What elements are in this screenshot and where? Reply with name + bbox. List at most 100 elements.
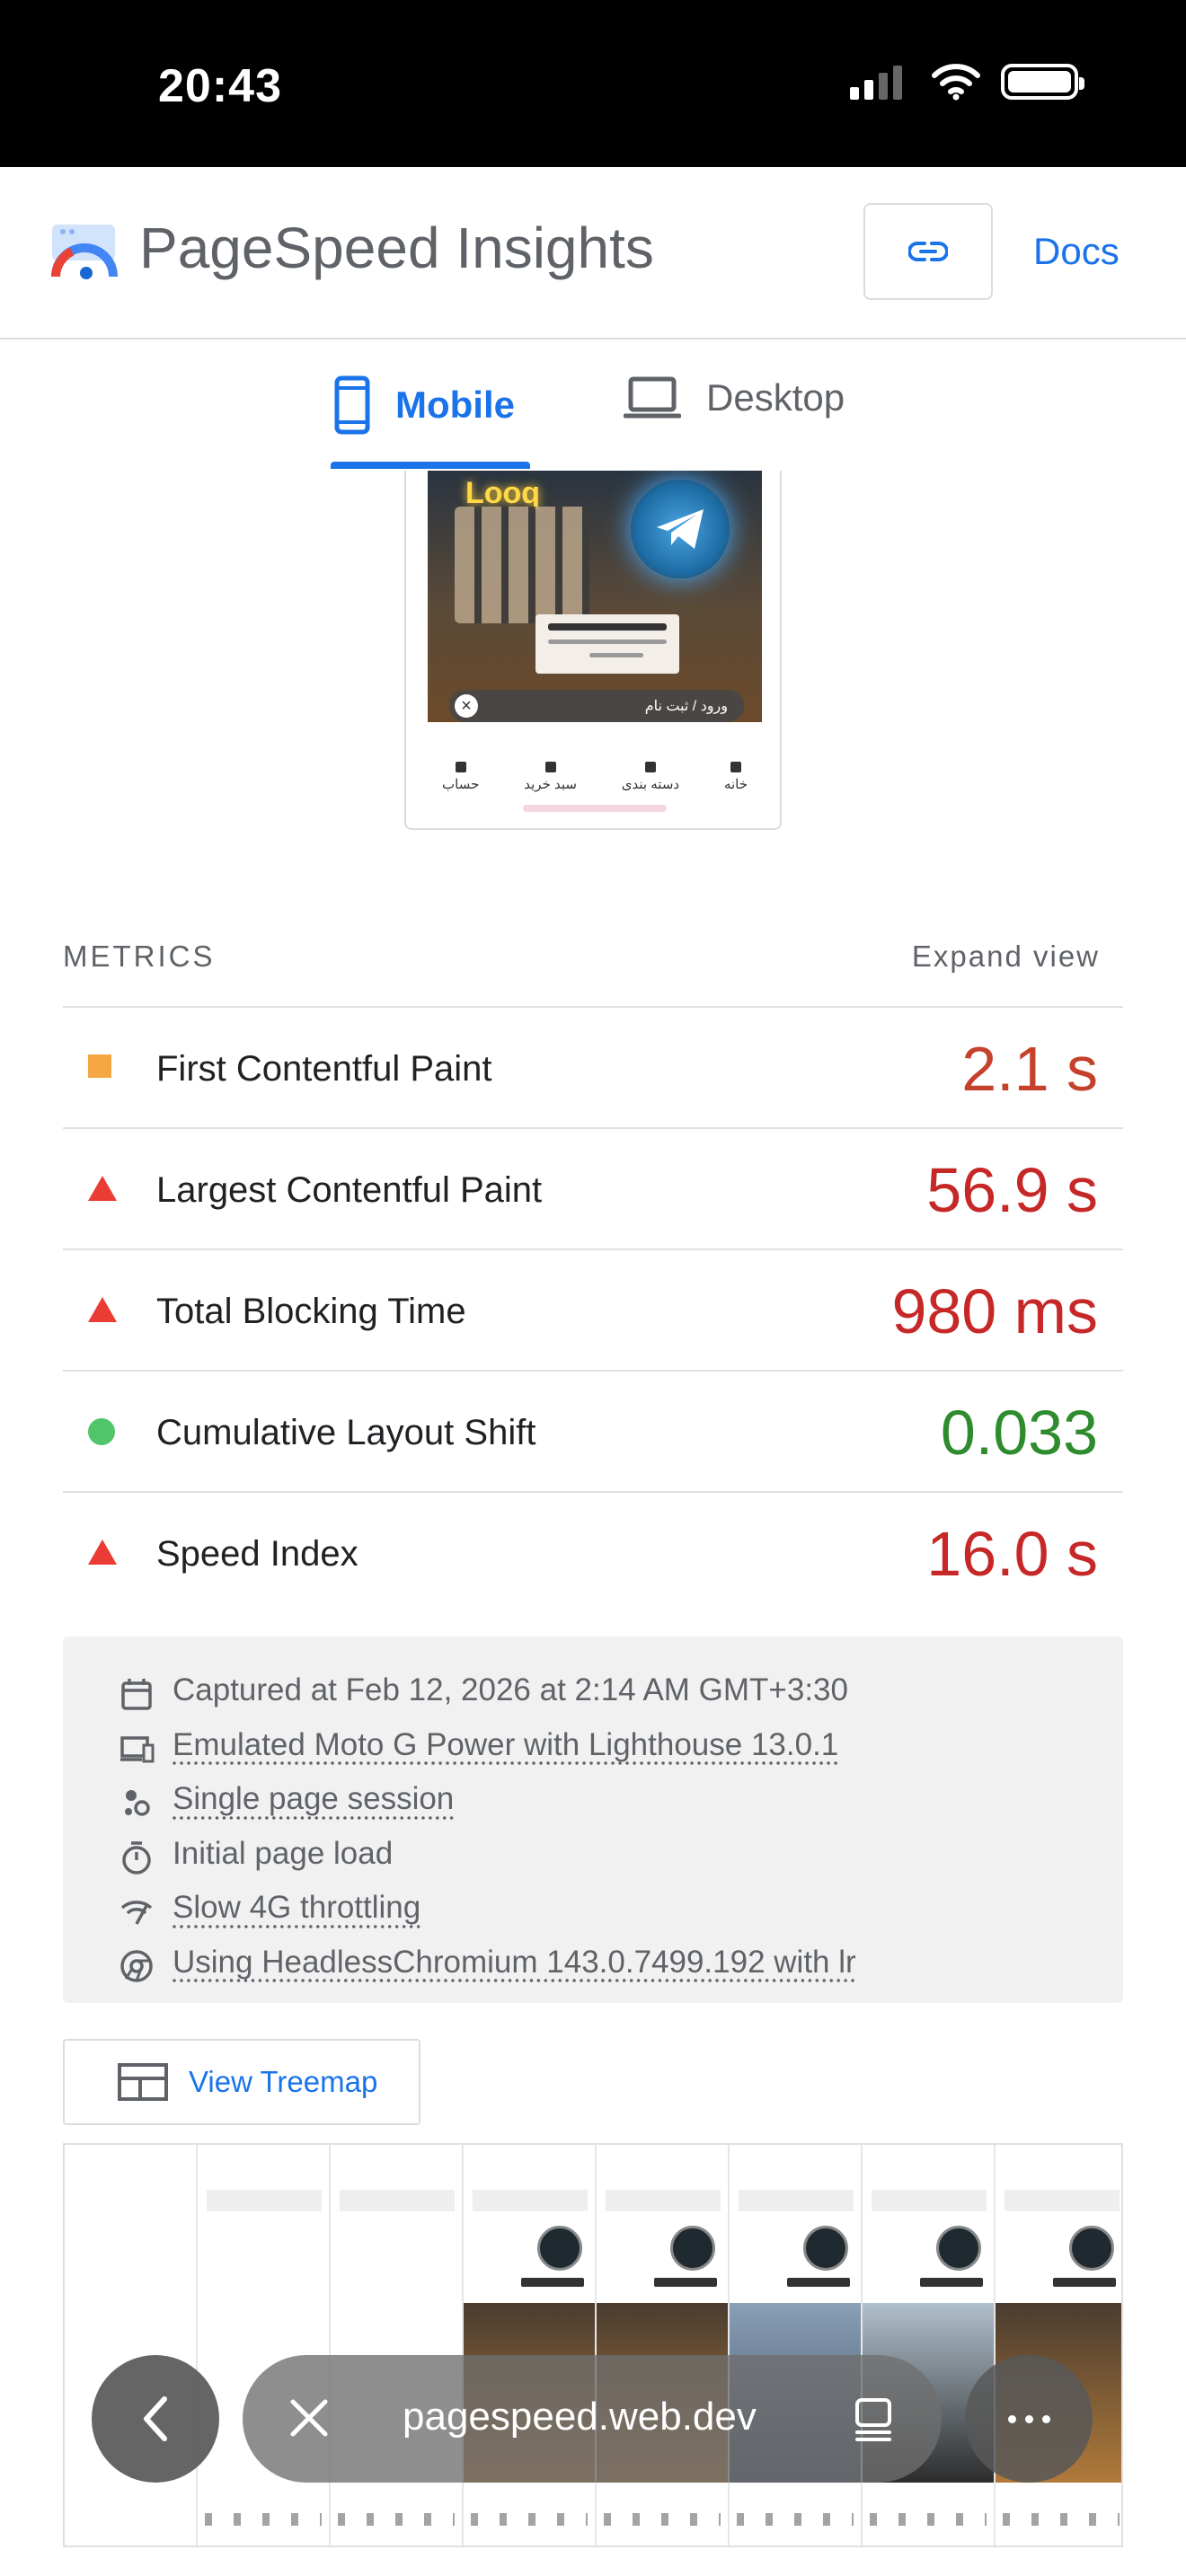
metric-si: Speed Index 16.0 s bbox=[63, 1493, 1123, 1614]
fail-triangle-icon bbox=[88, 1297, 117, 1322]
frame-bottom-nav bbox=[604, 2513, 721, 2526]
preview-nav-item: خانه bbox=[724, 762, 748, 792]
frame-bottom-nav bbox=[1003, 2513, 1120, 2526]
calendar-icon bbox=[121, 1679, 152, 1710]
tab-desktop-label: Desktop bbox=[706, 376, 845, 419]
frame-topbar bbox=[340, 2190, 455, 2211]
info-row-browser: Using HeadlessChromium 143.0.7499.192 wi… bbox=[63, 1936, 1123, 1990]
metric-fcp: First Contentful Paint 2.1 s bbox=[63, 1008, 1123, 1129]
app-header: PageSpeed Insights Docs bbox=[0, 167, 1186, 340]
metric-value: 56.9 s bbox=[926, 1155, 1098, 1225]
frame-avatar bbox=[670, 2226, 715, 2271]
browser-more-button[interactable] bbox=[965, 2355, 1093, 2483]
view-treemap-label: View Treemap bbox=[189, 2065, 378, 2098]
frame-topbar bbox=[739, 2190, 854, 2211]
info-text: Initial page load bbox=[173, 1835, 394, 1871]
metric-name: First Contentful Paint bbox=[156, 1049, 492, 1089]
preview-nav-item: سبد خرید bbox=[524, 762, 577, 792]
tab-mobile-label: Mobile bbox=[395, 384, 515, 426]
runtime-settings: Captured at Feb 12, 2026 at 2:14 AM GMT+… bbox=[63, 1636, 1123, 2003]
filmstrip-frame bbox=[331, 2145, 464, 2545]
metric-value: 980 ms bbox=[891, 1276, 1098, 1346]
chromium-icon bbox=[120, 1949, 153, 1982]
more-dot-icon bbox=[1007, 2414, 1016, 2423]
chevron-left-icon bbox=[144, 2396, 167, 2441]
frame-caption bbox=[521, 2278, 584, 2287]
preview-home-indicator bbox=[523, 805, 667, 812]
browser-address-bar[interactable]: pagespeed.web.dev bbox=[243, 2355, 942, 2483]
info-row-load: Initial page load bbox=[63, 1827, 1123, 1882]
timer-icon bbox=[122, 1840, 151, 1875]
active-tab-indicator bbox=[331, 462, 530, 469]
close-icon[interactable] bbox=[286, 2395, 332, 2441]
preview-sign-line bbox=[548, 640, 667, 644]
link-icon bbox=[908, 242, 948, 261]
treemap-icon bbox=[118, 2063, 168, 2101]
frame-bottom-nav bbox=[338, 2513, 455, 2526]
filmstrip-frame bbox=[597, 2145, 730, 2545]
preview-sign-line bbox=[548, 623, 667, 631]
frame-topbar bbox=[1005, 2190, 1120, 2211]
telegram-icon bbox=[631, 480, 730, 578]
preview-nav-label: سبد خرید bbox=[524, 777, 577, 792]
signal-icon bbox=[120, 1901, 153, 1925]
preview-bottom-nav: حساب سبد خرید دسته بندی خانه bbox=[442, 762, 748, 792]
info-link[interactable]: Single page session bbox=[173, 1781, 454, 1817]
info-link[interactable]: Slow 4G throttling bbox=[173, 1890, 420, 1926]
metric-name: Cumulative Layout Shift bbox=[156, 1413, 536, 1452]
frame-avatar bbox=[936, 2226, 981, 2271]
preview-login-text: ورود / ثبت نام bbox=[644, 699, 728, 714]
metric-lcp: Largest Contentful Paint 56.9 s bbox=[63, 1129, 1123, 1250]
frame-topbar bbox=[872, 2190, 987, 2211]
preview-close-icon: × bbox=[455, 694, 478, 718]
tabs-overview-icon[interactable] bbox=[852, 2396, 895, 2443]
preview-login-bar: × ورود / ثبت نام bbox=[449, 690, 744, 722]
preview-sign-line bbox=[589, 653, 643, 657]
frame-caption bbox=[787, 2278, 850, 2287]
status-time: 20:43 bbox=[158, 60, 282, 112]
frame-caption bbox=[1053, 2278, 1116, 2287]
info-row-device: Emulated Moto G Power with Lighthouse 13… bbox=[63, 1718, 1123, 1773]
battery-icon bbox=[1001, 64, 1084, 100]
metric-name: Total Blocking Time bbox=[156, 1292, 466, 1331]
copy-link-button[interactable] bbox=[863, 203, 993, 300]
expand-view-toggle[interactable]: Expand view bbox=[912, 940, 1100, 974]
preview-nav-item: حساب bbox=[442, 762, 479, 792]
info-row-captured: Captured at Feb 12, 2026 at 2:14 AM GMT+… bbox=[63, 1663, 1123, 1718]
metric-cls: Cumulative Layout Shift 0.033 bbox=[63, 1372, 1123, 1493]
info-link[interactable]: Emulated Moto G Power with Lighthouse 13… bbox=[173, 1727, 838, 1763]
smartphone-icon bbox=[334, 375, 370, 435]
frame-avatar bbox=[803, 2226, 848, 2271]
frame-avatar bbox=[537, 2226, 582, 2271]
browser-back-button[interactable] bbox=[92, 2355, 219, 2483]
tab-mobile[interactable]: Mobile bbox=[334, 375, 515, 435]
status-bar: 20:43 bbox=[0, 0, 1186, 167]
fail-triangle-icon bbox=[88, 1176, 117, 1201]
page-title: PageSpeed Insights bbox=[139, 216, 654, 280]
filmstrip-frame bbox=[198, 2145, 331, 2545]
browser-url: pagespeed.web.dev bbox=[403, 2395, 757, 2439]
preview-nav-icon bbox=[644, 762, 656, 772]
frame-bottom-nav bbox=[870, 2513, 987, 2526]
status-icons bbox=[850, 63, 1084, 101]
info-row-throttling: Slow 4G throttling bbox=[63, 1881, 1123, 1936]
preview-nav-label: خانه bbox=[723, 777, 748, 792]
preview-banner-image: Looq × ورود / ثبت نام bbox=[428, 471, 762, 722]
device-tabs: Mobile Desktop bbox=[0, 340, 1186, 471]
frame-bottom-nav bbox=[737, 2513, 854, 2526]
info-link[interactable]: Using HeadlessChromium 143.0.7499.192 wi… bbox=[173, 1945, 856, 1981]
preview-nav-label: حساب bbox=[442, 777, 480, 792]
preview-nav-label: دسته بندی bbox=[621, 777, 680, 792]
tab-desktop[interactable]: Desktop bbox=[624, 375, 845, 420]
frame-topbar bbox=[606, 2190, 721, 2211]
pagespeed-logo-icon bbox=[51, 225, 118, 279]
docs-link[interactable]: Docs bbox=[1033, 230, 1120, 273]
view-treemap-button[interactable]: View Treemap bbox=[63, 2039, 420, 2125]
more-dot-icon bbox=[1041, 2414, 1050, 2423]
filmstrip bbox=[63, 2143, 1123, 2547]
more-dot-icon bbox=[1024, 2414, 1033, 2423]
session-icon bbox=[125, 1790, 150, 1816]
metric-tbt: Total Blocking Time 980 ms bbox=[63, 1250, 1123, 1372]
frame-bottom-nav bbox=[205, 2513, 322, 2526]
frame-topbar bbox=[473, 2190, 588, 2211]
